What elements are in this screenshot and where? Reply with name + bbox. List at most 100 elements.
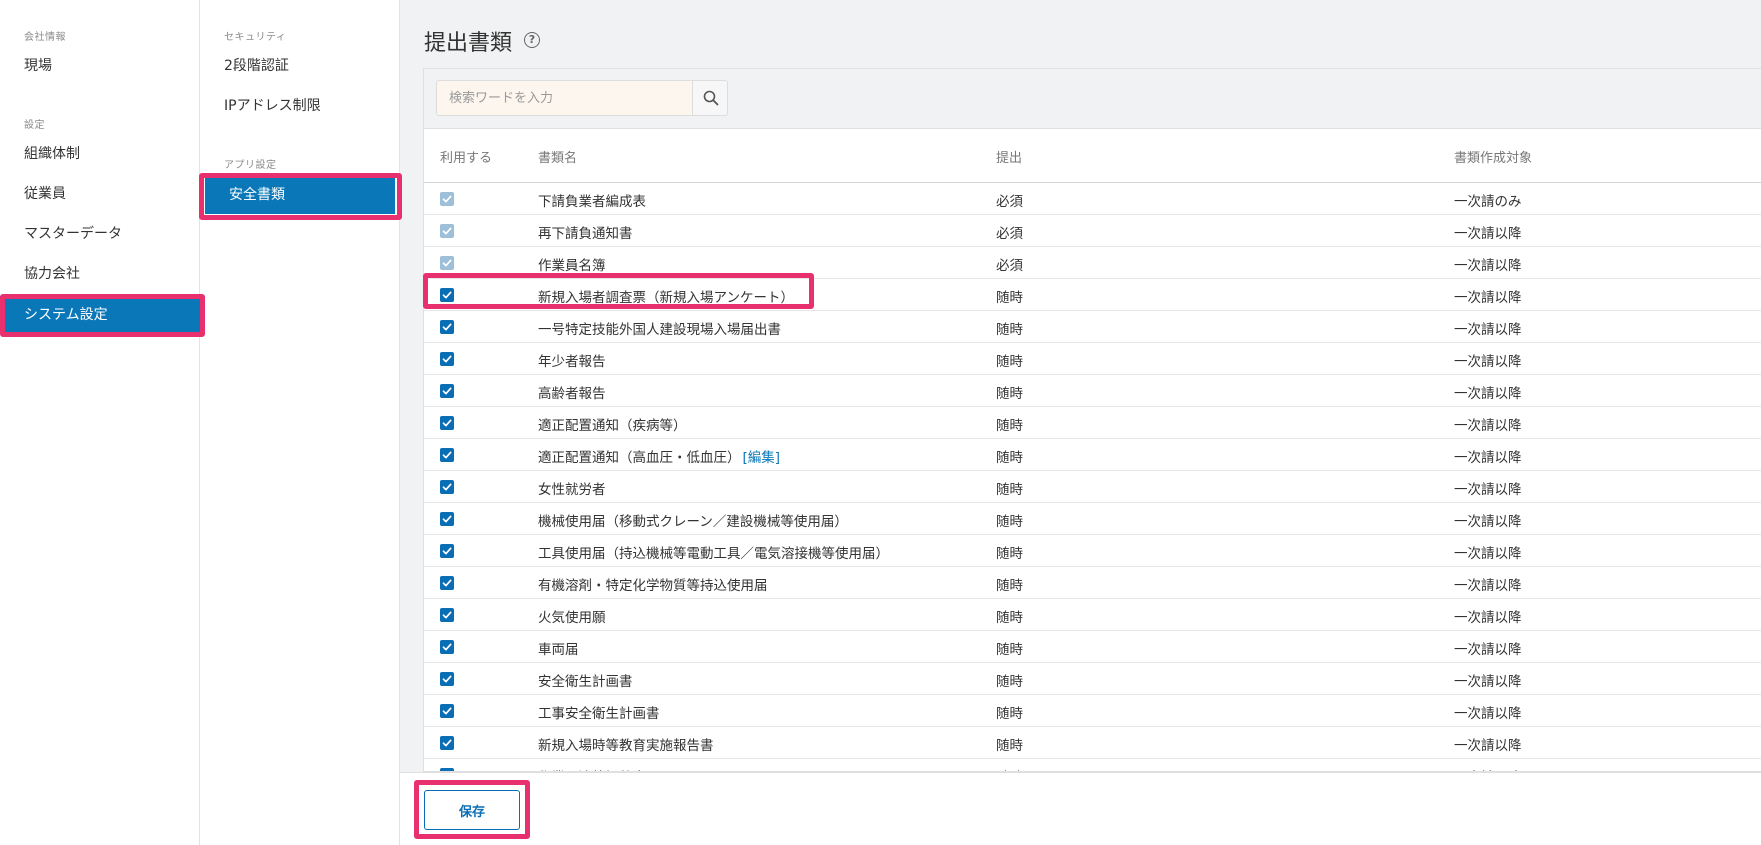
- submission-type: 随時: [996, 322, 1023, 338]
- submission-type: 随時: [996, 386, 1023, 402]
- submission-type: 随時: [996, 578, 1023, 594]
- target-scope: 一次請以降: [1454, 642, 1522, 658]
- target-scope: 一次請以降: [1454, 258, 1522, 274]
- table-row: 下請負業者編成表 必須 一次請のみ: [424, 183, 1761, 215]
- document-name-text: 再下請負通知書: [538, 226, 633, 242]
- table-row: 適正配置通知（疾病等） 随時 一次請以降: [424, 407, 1761, 439]
- target-scope: 一次請以降: [1454, 674, 1522, 690]
- documents-card: 利用する 書類名 提出 書類作成対象 下請負業者編成表必須一次請のみ再下請負通知…: [423, 68, 1761, 772]
- use-checkbox: [440, 256, 454, 270]
- use-checkbox[interactable]: [440, 288, 454, 302]
- document-name: 工具使用届（持込機械等電動工具／電気溶接機等使用届）: [538, 542, 889, 562]
- use-checkbox[interactable]: [440, 736, 454, 750]
- use-checkbox[interactable]: [440, 576, 454, 590]
- section-label-company: 会社情報: [24, 32, 66, 43]
- use-checkbox: [440, 224, 454, 238]
- target-scope: 一次請以降: [1454, 226, 1522, 242]
- section-label-settings: 設定: [24, 120, 45, 131]
- sidebar-item-partners[interactable]: 協力会社: [0, 255, 200, 293]
- document-name-text: 高齢者報告: [538, 386, 606, 402]
- main-content: 提出書類 ? 利用する 書類名 提出 書類作成対象 下請負業者編成表必須一次請の…: [400, 0, 1761, 845]
- table-row: 有機溶剤・特定化学物質等持込使用届 随時 一次請以降: [424, 567, 1761, 599]
- subnav-item-ip-restriction[interactable]: IPアドレス制限: [200, 87, 398, 125]
- use-checkbox[interactable]: [440, 416, 454, 430]
- document-name: 再下請負通知書: [538, 222, 633, 242]
- use-checkbox[interactable]: [440, 384, 454, 398]
- use-checkbox[interactable]: [440, 640, 454, 654]
- header-use: 利用する: [440, 151, 493, 166]
- use-checkbox[interactable]: [440, 320, 454, 334]
- document-name-text: 女性就労者: [538, 482, 606, 498]
- submission-type: 随時: [996, 482, 1023, 498]
- document-name-text: 有機溶剤・特定化学物質等持込使用届: [538, 578, 768, 594]
- use-checkbox[interactable]: [440, 608, 454, 622]
- target-scope: 一次請以降: [1454, 386, 1522, 402]
- subnav-item-two-factor[interactable]: 2段階認証: [200, 47, 398, 85]
- edit-link[interactable]: [編集]: [743, 450, 781, 466]
- table-row: 作業間連絡調整書随時一次請以降: [424, 759, 1761, 771]
- table-row: 工事安全衛生計画書 随時 一次請以降: [424, 695, 1761, 727]
- document-name-text: 工事安全衛生計画書: [538, 706, 660, 722]
- check-icon: [442, 291, 452, 299]
- use-checkbox[interactable]: [440, 544, 454, 558]
- table-row: 高齢者報告 随時 一次請以降: [424, 375, 1761, 407]
- document-table-body: 下請負業者編成表 必須 一次請のみ 再下請負通知書 必須 一次請以降 作業員名簿 必須 一次請以…: [424, 183, 1761, 771]
- document-name: 適正配置通知（疾病等）: [538, 414, 687, 434]
- use-checkbox[interactable]: [440, 672, 454, 686]
- submission-type: 随時: [996, 514, 1023, 530]
- use-checkbox[interactable]: [440, 448, 454, 462]
- table-row: 再下請負通知書 必須 一次請以降: [424, 215, 1761, 247]
- document-name: 機械使用届（移動式クレーン／建設機械等使用届）: [538, 510, 848, 530]
- search-bar: [424, 69, 1761, 129]
- footer-bar: 保存: [400, 772, 1761, 845]
- sidebar-item-sites[interactable]: 現場: [0, 47, 200, 85]
- header-submission: 提出: [996, 151, 1023, 166]
- check-icon: [442, 451, 452, 459]
- document-name: 新規入場時等教育実施報告書: [538, 734, 714, 754]
- sidebar-item-employees[interactable]: 従業員: [0, 175, 200, 213]
- save-button[interactable]: 保存: [424, 790, 520, 830]
- document-name-text: 車両届: [538, 642, 579, 658]
- submission-type: 随時: [996, 706, 1023, 722]
- use-checkbox[interactable]: [440, 512, 454, 526]
- submission-type: 必須: [996, 194, 1023, 210]
- use-checkbox[interactable]: [440, 480, 454, 494]
- submission-type: 必須: [996, 258, 1023, 274]
- target-scope: 一次請以降: [1454, 738, 1522, 754]
- header-target: 書類作成対象: [1454, 151, 1533, 166]
- submission-type: 随時: [996, 418, 1023, 434]
- submission-type: 随時: [996, 354, 1023, 370]
- search-button[interactable]: [692, 80, 728, 116]
- document-name-text: 一号特定技能外国人建設現場入場届出書: [538, 322, 781, 338]
- target-scope: 一次請以降: [1454, 546, 1522, 562]
- help-icon[interactable]: ?: [524, 32, 540, 48]
- main-sidebar: 会社情報 現場 設定 組織体制 従業員 マスターデータ 協力会社 システム設定: [0, 0, 200, 845]
- target-scope: 一次請のみ: [1454, 194, 1522, 210]
- document-name-text: 新規入場時等教育実施報告書: [538, 738, 714, 754]
- sidebar-item-system-settings[interactable]: システム設定: [0, 296, 200, 334]
- check-icon: [442, 195, 452, 203]
- document-name: 一号特定技能外国人建設現場入場届出書: [538, 318, 781, 338]
- submission-type: 随時: [996, 546, 1023, 562]
- document-name: 適正配置通知（高血圧・低血圧） [編集]: [538, 446, 780, 466]
- document-name: 年少者報告: [538, 350, 606, 370]
- check-icon: [442, 227, 452, 235]
- check-icon: [442, 355, 452, 363]
- table-row: 年少者報告 随時 一次請以降: [424, 343, 1761, 375]
- document-name-text: 年少者報告: [538, 354, 606, 370]
- sidebar-item-organization[interactable]: 組織体制: [0, 135, 200, 173]
- table-row: 安全衛生計画書 随時 一次請以降: [424, 663, 1761, 695]
- table-header: 利用する 書類名 提出 書類作成対象: [424, 129, 1761, 183]
- document-name: 女性就労者: [538, 478, 606, 498]
- sidebar-item-master-data[interactable]: マスターデータ: [0, 215, 200, 253]
- submission-type: 随時: [996, 610, 1023, 626]
- search-input[interactable]: [436, 80, 692, 116]
- check-icon: [442, 515, 452, 523]
- target-scope: 一次請以降: [1454, 450, 1522, 466]
- document-name: 下請負業者編成表: [538, 190, 646, 210]
- subnav-item-safety-documents[interactable]: 安全書類: [205, 176, 395, 214]
- use-checkbox[interactable]: [440, 352, 454, 366]
- submission-type: 随時: [996, 450, 1023, 466]
- use-checkbox[interactable]: [440, 704, 454, 718]
- submission-type: 随時: [996, 674, 1023, 690]
